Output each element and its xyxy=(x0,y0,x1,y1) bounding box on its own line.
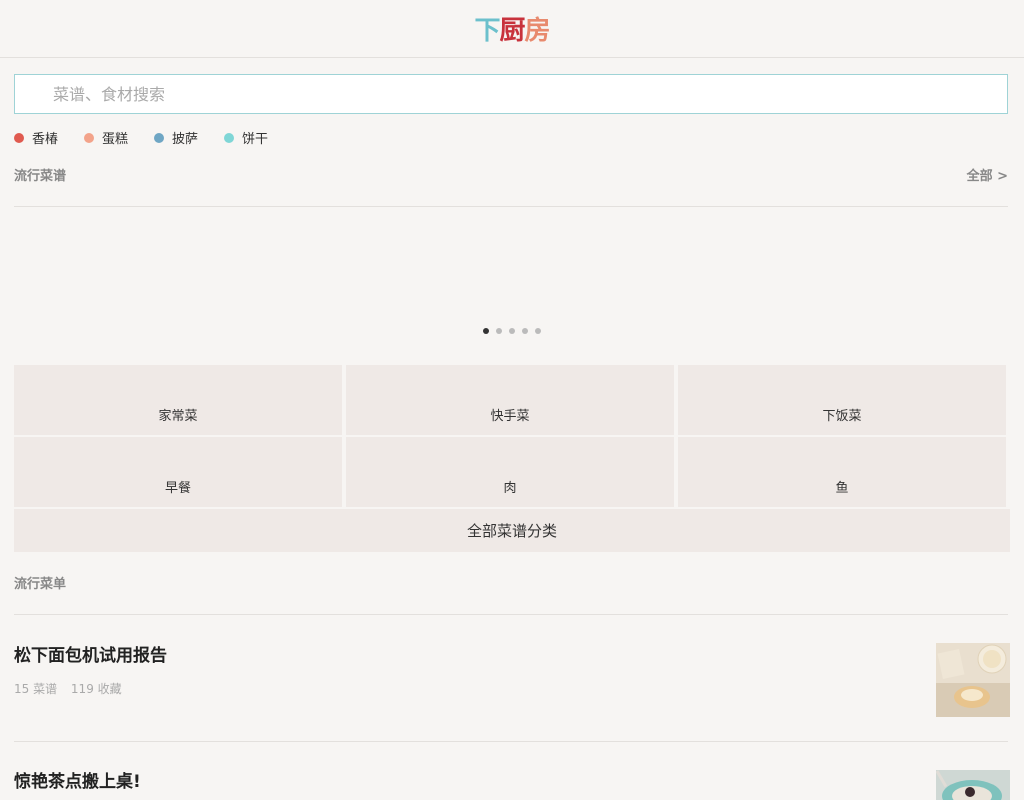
list-thumbnail xyxy=(936,770,1010,800)
carousel-dot[interactable] xyxy=(496,328,502,334)
app-header: 下 厨 房 xyxy=(0,0,1024,58)
hot-tag-xiangchun[interactable]: 香椿 xyxy=(14,128,58,147)
logo-char-2: 厨 xyxy=(499,16,525,46)
carousel-pagination xyxy=(483,328,541,334)
search-box xyxy=(14,74,1008,114)
popular-recipes-header: 流行菜谱 全部 > xyxy=(14,165,1008,184)
logo-char-1: 下 xyxy=(474,16,500,46)
all-categories-button[interactable]: 全部菜谱分类 xyxy=(14,509,1010,552)
divider xyxy=(14,741,1008,742)
list-thumbnail xyxy=(936,643,1010,717)
category-tile[interactable]: 家常菜 xyxy=(14,365,342,435)
search-input[interactable] xyxy=(51,83,1007,105)
view-all-link[interactable]: 全部 > xyxy=(967,165,1008,184)
hot-tag-cookie[interactable]: 饼干 xyxy=(224,128,268,147)
hot-tag-label: 蛋糕 xyxy=(102,132,129,147)
category-grid: 家常菜 快手菜 下饭菜 早餐 肉 鱼 xyxy=(14,365,1008,507)
hot-tags: 香椿 蛋糕 披萨 饼干 xyxy=(14,128,268,147)
carousel-dot[interactable] xyxy=(509,328,515,334)
category-tile[interactable]: 早餐 xyxy=(14,437,342,507)
favorite-count: 119 收藏 xyxy=(70,682,122,696)
divider xyxy=(14,614,1008,615)
xiachufang-logo[interactable]: 下 厨 房 xyxy=(474,10,551,47)
list-title: 松下面包机试用报告 xyxy=(14,646,167,666)
section-title: 流行菜谱 xyxy=(14,169,67,184)
list-item[interactable]: 惊艳茶点搬上桌! xyxy=(14,767,1010,800)
divider xyxy=(14,206,1008,207)
popular-lists-header: 流行菜单 xyxy=(14,573,1008,592)
category-tile[interactable]: 下饭菜 xyxy=(678,365,1006,435)
list-item[interactable]: 松下面包机试用报告 15 菜谱 119 收藏 xyxy=(14,641,1010,717)
list-meta: 15 菜谱 119 收藏 xyxy=(14,680,1010,697)
hot-tag-label: 饼干 xyxy=(242,132,269,147)
section-title: 流行菜单 xyxy=(14,577,67,592)
category-tile[interactable]: 肉 xyxy=(346,437,674,507)
dot-icon xyxy=(84,132,95,143)
dot-icon xyxy=(224,132,235,143)
hot-tag-label: 香椿 xyxy=(32,132,59,147)
carousel-dot[interactable] xyxy=(522,328,528,334)
hot-tag-pizza[interactable]: 披萨 xyxy=(154,128,198,147)
dot-icon xyxy=(14,132,24,143)
hot-tag-label: 披萨 xyxy=(172,132,199,147)
dot-icon xyxy=(154,132,165,143)
category-tile[interactable]: 快手菜 xyxy=(346,365,674,435)
list-title: 惊艳茶点搬上桌! xyxy=(14,772,141,792)
category-tile[interactable]: 鱼 xyxy=(678,437,1006,507)
hot-tag-cake[interactable]: 蛋糕 xyxy=(84,128,128,147)
carousel-dot[interactable] xyxy=(483,328,489,334)
carousel-dot[interactable] xyxy=(535,328,541,334)
logo-char-3: 房 xyxy=(524,16,551,46)
recipe-count: 15 菜谱 xyxy=(14,682,58,696)
